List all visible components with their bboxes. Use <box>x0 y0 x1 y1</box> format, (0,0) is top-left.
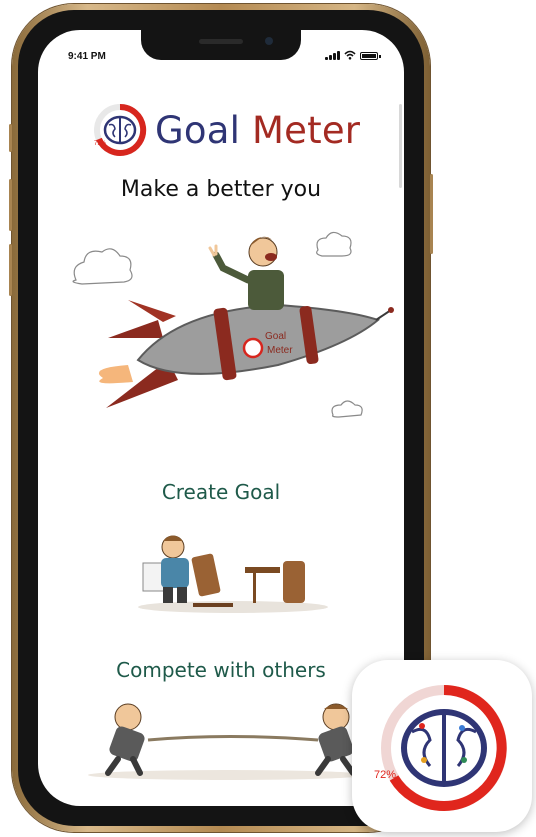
speaker-grille <box>199 39 243 44</box>
title-goal: Goal <box>155 108 241 152</box>
create-goal-heading[interactable]: Create Goal <box>38 480 404 504</box>
app-screen: 9:41 PM 79% Goal Meter Make a better you… <box>38 30 404 806</box>
brain-logo-icon: 79% <box>94 103 147 156</box>
rocket-illustration: Goal Meter <box>72 231 394 418</box>
compete-illustration <box>88 703 368 780</box>
logo-percent: 79% <box>94 141 107 147</box>
tagline: Make a better you <box>120 177 322 202</box>
status-time: 9:41 PM <box>68 51 106 62</box>
create-goal-illustration <box>138 535 328 613</box>
scroll-indicator <box>399 104 402 188</box>
app-title: Goal Meter <box>155 109 360 152</box>
mute-switch <box>9 124 12 152</box>
volume-down-button <box>9 244 12 296</box>
icon-percent: 72% <box>374 769 396 781</box>
signal-icon <box>325 50 340 60</box>
front-camera <box>265 37 273 45</box>
app-icon[interactable]: 72% <box>352 660 532 832</box>
title-meter: Meter <box>252 108 361 152</box>
volume-up-button <box>9 179 12 231</box>
rocket-label-meter: Meter <box>267 345 293 356</box>
notch <box>141 30 301 60</box>
brand-header: 79% Goal Meter <box>93 103 360 157</box>
power-button <box>430 174 433 254</box>
wifi-icon <box>344 50 356 60</box>
status-icons <box>325 50 381 60</box>
compete-with-others-heading[interactable]: Compete with others <box>38 658 404 682</box>
rocket-label-goal: Goal <box>265 331 286 342</box>
brain-meter-icon: 72% <box>374 685 507 811</box>
battery-icon <box>360 52 381 60</box>
